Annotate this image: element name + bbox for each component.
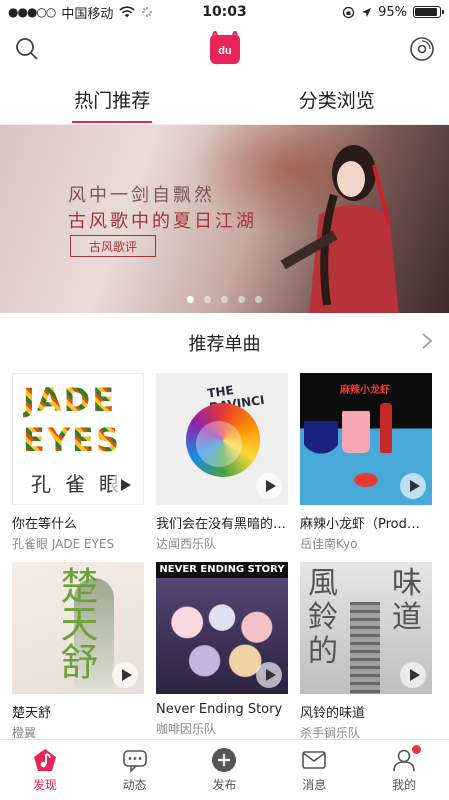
- cover-title-char: 風: [308, 566, 338, 601]
- song-cover[interactable]: NEVER ENDING STORY: [156, 562, 288, 694]
- banner-line-2: 古风歌中的夏日江湖: [68, 211, 257, 232]
- status-bar: ●●●○○ 中国移动 10:03 95%: [0, 0, 449, 24]
- cover-title-char: 味: [392, 566, 422, 601]
- play-icon[interactable]: [400, 662, 426, 688]
- song-cover[interactable]: JADE EYES 孔雀眼: [12, 373, 144, 505]
- top-nav: du: [0, 24, 449, 74]
- tab-category-browse[interactable]: 分类浏览: [297, 80, 377, 119]
- banner-dot[interactable]: [221, 296, 228, 303]
- nav-label: 发现: [32, 778, 57, 792]
- cover-art: [354, 473, 378, 487]
- cover-title: JADE EYES: [23, 381, 121, 459]
- nav-label: 动态: [122, 778, 147, 792]
- banner-girl-image: [280, 145, 399, 313]
- cover-title-char: 道: [392, 600, 422, 635]
- nav-label: 发布: [212, 778, 237, 792]
- music-note-icon: [33, 749, 56, 771]
- song-cover[interactable]: 楚天舒: [12, 562, 144, 694]
- nav-feed[interactable]: 动态: [100, 747, 170, 793]
- nav-me[interactable]: 我的: [369, 745, 439, 793]
- notification-badge: [412, 745, 422, 754]
- banner-tag[interactable]: 古风歌评: [70, 235, 156, 257]
- mail-icon: [302, 751, 327, 769]
- cover-art: [350, 602, 380, 694]
- play-icon[interactable]: [400, 473, 426, 499]
- song-title: 楚天舒: [12, 706, 52, 721]
- tab-bar: 热门推荐 分类浏览: [0, 74, 449, 125]
- banner-line-1: 风中一剑自飘然: [68, 185, 215, 206]
- song-card[interactable]: 風 鈴 的 味 道 风铃的味道 杀手锏乐队: [300, 562, 432, 741]
- search-button[interactable]: [12, 34, 42, 64]
- rotation-lock-icon: [342, 6, 355, 18]
- cover-title: 楚天舒: [54, 566, 98, 680]
- song-artist: 咖啡因乐队: [156, 722, 217, 736]
- nav-label: 消息: [302, 778, 327, 792]
- song-title: Never Ending Story: [156, 702, 283, 717]
- tab-hot-recommend[interactable]: 热门推荐: [72, 80, 153, 123]
- song-card[interactable]: THE DAVINCI 我们会在没有黑暗的地方相见 达闻西乐队: [156, 373, 288, 552]
- activity-spinner-icon: [142, 7, 153, 17]
- cover-title-char: 的: [308, 634, 338, 669]
- song-title: 你在等什么: [12, 517, 78, 532]
- plus-circle-icon: [212, 748, 237, 772]
- play-icon[interactable]: [256, 662, 282, 688]
- cover-art: [380, 403, 392, 453]
- banner-dot[interactable]: [255, 296, 262, 303]
- battery-icon: [413, 6, 444, 18]
- play-icon[interactable]: [256, 473, 282, 499]
- song-card[interactable]: NEVER ENDING STORY Never Ending Story 咖啡…: [156, 562, 288, 741]
- song-card[interactable]: JADE EYES 孔雀眼 你在等什么 孔雀眼 JADE EYES: [12, 373, 144, 552]
- banner-dot[interactable]: [187, 296, 194, 303]
- cover-art: [304, 421, 338, 481]
- location-icon: [362, 7, 372, 17]
- song-artist: 达闻西乐队: [156, 537, 217, 551]
- song-grid: JADE EYES 孔雀眼 你在等什么 孔雀眼 JADE EYES THE DAV…: [0, 373, 449, 741]
- banner-pagination: [0, 296, 449, 303]
- song-artist: 岳佳南Kyo: [300, 537, 358, 551]
- section-title: 推荐单曲: [188, 334, 261, 355]
- carrier-label: 中国移动: [61, 6, 114, 22]
- disc-icon: [410, 37, 434, 61]
- nav-label: 我的: [392, 778, 417, 792]
- chat-bubble-icon: [122, 750, 147, 773]
- song-card[interactable]: 楚天舒 楚天舒 橙翼: [12, 562, 144, 741]
- recommended-singles-header: 推荐单曲: [0, 313, 449, 373]
- play-icon[interactable]: [111, 472, 137, 498]
- now-playing-button[interactable]: [407, 34, 437, 64]
- cover-title-char: 鈴: [308, 600, 338, 635]
- song-artist: 孔雀眼 JADE EYES: [12, 537, 115, 551]
- nav-publish[interactable]: 发布: [189, 747, 259, 793]
- chevron-right-icon[interactable]: [417, 331, 437, 351]
- cover-title: NEVER ENDING STORY: [156, 562, 288, 578]
- banner-dot[interactable]: [204, 296, 211, 303]
- song-cover[interactable]: THE DAVINCI: [156, 373, 288, 505]
- nav-discover[interactable]: 发现: [10, 747, 80, 793]
- signal-icon: ●●●○○: [8, 5, 56, 19]
- cover-art: [186, 403, 260, 477]
- song-cover[interactable]: 風 鈴 的 味 道: [300, 562, 432, 694]
- cover-title: 麻辣小龙虾: [340, 385, 390, 396]
- song-title: 麻辣小龙虾（Prod…: [300, 517, 420, 532]
- song-cover[interactable]: 麻辣小龙虾: [300, 373, 432, 505]
- song-title: 风铃的味道: [300, 706, 366, 721]
- banner-dot[interactable]: [238, 296, 245, 303]
- song-title: 我们会在没有黑暗的地方相见: [156, 517, 288, 532]
- promo-banner[interactable]: 风中一剑自飘然 古风歌中的夏日江湖 古风歌评: [0, 125, 449, 313]
- nav-messages[interactable]: 消息: [279, 747, 349, 793]
- svg-text:du: du: [218, 45, 231, 57]
- app-logo: du: [209, 31, 240, 65]
- cover-art: [342, 411, 370, 453]
- song-card[interactable]: 麻辣小龙虾 麻辣小龙虾（Prod… 岳佳南Kyo: [300, 373, 432, 552]
- search-icon: [16, 38, 38, 60]
- bottom-nav: 发现 动态 发布 消息 我的: [0, 739, 449, 800]
- play-icon[interactable]: [112, 662, 138, 688]
- battery-percent: 95%: [378, 4, 407, 20]
- wifi-icon: [119, 6, 135, 18]
